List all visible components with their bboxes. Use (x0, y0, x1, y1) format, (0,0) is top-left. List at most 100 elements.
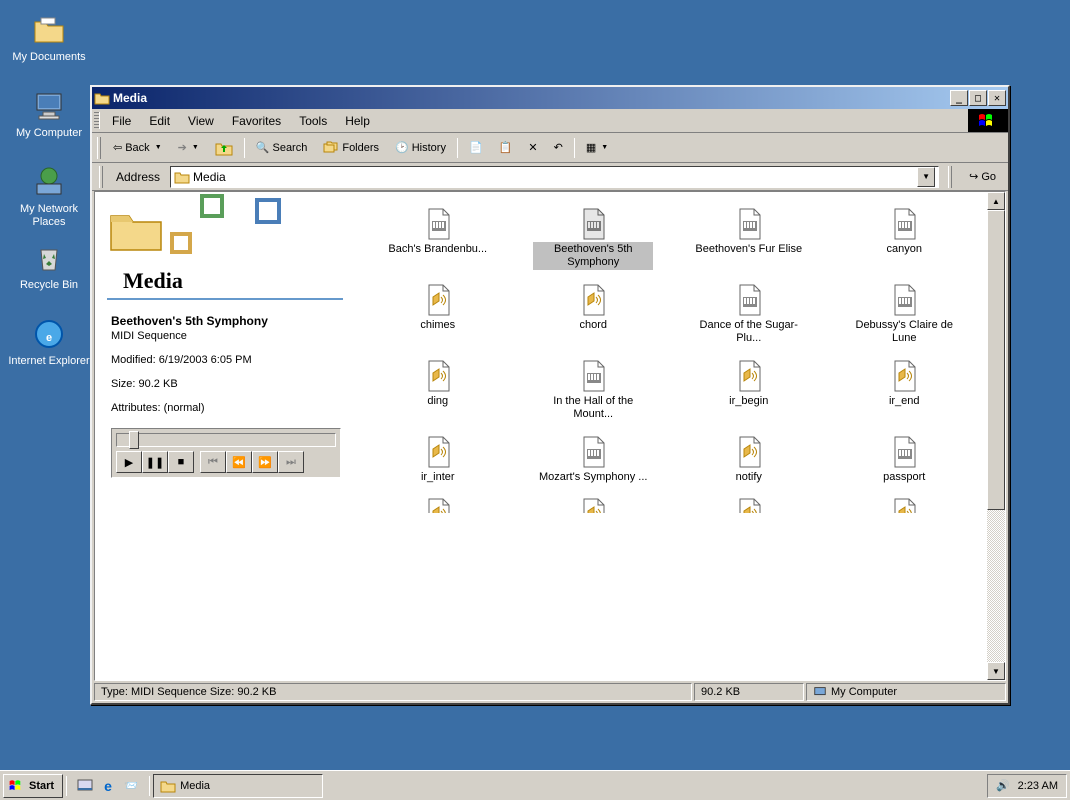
scroll-down-button[interactable]: ▼ (987, 662, 1005, 680)
scroll-track[interactable] (987, 210, 1005, 662)
desktop-icon-my-documents[interactable]: My Documents (4, 8, 94, 68)
file-item[interactable]: ir_inter (373, 430, 503, 489)
file-view[interactable]: Bach's Brandenbu... Beethoven's 5th Symph… (355, 192, 987, 680)
file-item[interactable]: Dance of the Sugar-Plu... (684, 278, 814, 350)
selected-file-name: Beethoven's 5th Symphony (111, 314, 339, 328)
windows-flag-icon (8, 778, 26, 794)
copy-to-button[interactable]: 📋 (492, 136, 520, 160)
file-item[interactable]: passport (839, 430, 969, 489)
grip-handle[interactable] (94, 112, 100, 129)
file-item[interactable]: chord (528, 278, 658, 350)
rewind-button[interactable]: ⏪ (226, 451, 252, 473)
file-item[interactable]: canyon (839, 202, 969, 274)
file-item[interactable]: Bach's Brandenbu... (373, 202, 503, 274)
explorer-window: Media _ □ ✕ FileEditViewFavoritesToolsHe… (90, 85, 1010, 705)
file-item[interactable]: notify (684, 430, 814, 489)
folder-up-icon (215, 139, 233, 157)
ie-icon: e (31, 316, 67, 352)
grip-handle[interactable] (97, 137, 101, 159)
audio-file-icon (731, 497, 767, 513)
fast-forward-button[interactable]: ⏩ (252, 451, 278, 473)
menu-tools[interactable]: Tools (290, 109, 336, 132)
file-label: Dance of the Sugar-Plu... (689, 318, 809, 346)
menu-view[interactable]: View (179, 109, 223, 132)
skip-back-button[interactable]: ⏮ (200, 451, 226, 473)
search-icon: 🔍 (256, 141, 270, 154)
grip-handle[interactable] (99, 166, 103, 188)
ie-button[interactable]: e (97, 775, 119, 797)
address-input[interactable]: Media ▼ (170, 166, 939, 188)
recycle-icon (31, 240, 67, 276)
go-button[interactable]: ↪ Go (961, 166, 1004, 188)
file-item[interactable] (528, 493, 658, 513)
scroll-thumb[interactable] (987, 210, 1005, 510)
file-label: Beethoven's 5th Symphony (533, 242, 653, 270)
start-label: Start (29, 780, 54, 792)
menu-file[interactable]: File (103, 109, 140, 132)
file-item[interactable]: In the Hall of the Mount... (528, 354, 658, 426)
minimize-button[interactable]: _ (950, 90, 968, 106)
undo-button[interactable]: ↶ (547, 136, 570, 160)
volume-icon[interactable]: 🔊 (996, 779, 1010, 792)
midi-file-icon (886, 206, 922, 242)
outlook-icon: 📨 (124, 779, 138, 792)
file-item[interactable]: Beethoven's Fur Elise (684, 202, 814, 274)
chevron-down-icon: ▼ (155, 144, 162, 151)
desktop-icon-my-network-places[interactable]: My Network Places (4, 160, 94, 233)
views-icon: ▦ (586, 141, 596, 154)
file-item[interactable]: Beethoven's 5th Symphony (528, 202, 658, 274)
folder-icon (94, 90, 110, 106)
desktop-icon-internet-explorer[interactable]: eInternet Explorer (4, 312, 94, 372)
file-item[interactable] (839, 493, 969, 513)
address-dropdown-button[interactable]: ▼ (917, 167, 935, 187)
start-button[interactable]: Start (3, 774, 63, 798)
close-button[interactable]: ✕ (988, 90, 1006, 106)
vertical-scrollbar[interactable]: ▲ ▼ (987, 192, 1005, 680)
file-item[interactable]: Mozart's Symphony ... (528, 430, 658, 489)
titlebar[interactable]: Media _ □ ✕ (92, 87, 1008, 109)
folder-large-icon (107, 206, 165, 254)
skip-forward-button[interactable]: ⏭ (278, 451, 304, 473)
back-button[interactable]: ⇦ Back ▼ (106, 136, 169, 160)
status-zone-label: My Computer (831, 686, 897, 698)
outlook-button[interactable]: 📨 (120, 775, 142, 797)
file-label: ir_begin (727, 394, 770, 409)
history-button[interactable]: 🕑 History (388, 136, 453, 160)
seek-thumb[interactable] (129, 431, 139, 449)
stop-button[interactable]: ■ (168, 451, 194, 473)
menu-help[interactable]: Help (336, 109, 379, 132)
maximize-button[interactable]: □ (969, 90, 987, 106)
file-item[interactable]: chimes (373, 278, 503, 350)
move-to-button[interactable]: 📄 (462, 136, 490, 160)
views-button[interactable]: ▦ ▼ (579, 136, 615, 160)
menu-edit[interactable]: Edit (140, 109, 179, 132)
task-label: Media (180, 780, 210, 792)
search-button[interactable]: 🔍 Search (249, 136, 315, 160)
file-item[interactable]: Debussy's Claire de Lune (839, 278, 969, 350)
file-item[interactable] (684, 493, 814, 513)
file-item[interactable] (373, 493, 503, 513)
play-button[interactable]: ▶ (116, 451, 142, 473)
folders-button[interactable]: Folders (316, 136, 386, 160)
file-item[interactable]: ir_end (839, 354, 969, 426)
delete-button[interactable]: ✕ (521, 136, 544, 160)
file-label: ir_end (887, 394, 922, 409)
forward-button[interactable]: ➔ ▼ (171, 136, 206, 160)
show-desktop-button[interactable] (74, 775, 96, 797)
desktop-icon-my-computer[interactable]: My Computer (4, 84, 94, 144)
taskbar-task-media[interactable]: Media (153, 774, 323, 798)
desktop-icon-recycle-bin[interactable]: Recycle Bin (4, 236, 94, 296)
menu-favorites[interactable]: Favorites (223, 109, 290, 132)
clock[interactable]: 2:23 AM (1018, 780, 1058, 792)
scroll-up-button[interactable]: ▲ (987, 192, 1005, 210)
file-item[interactable]: ding (373, 354, 503, 426)
address-value: Media (193, 170, 914, 184)
grip-handle[interactable] (948, 166, 952, 188)
midi-file-icon (420, 206, 456, 242)
side-panel-header (95, 192, 355, 262)
seek-slider[interactable] (116, 433, 336, 447)
pause-button[interactable]: ❚❚ (142, 451, 168, 473)
up-button[interactable] (208, 136, 240, 160)
file-item[interactable]: ir_begin (684, 354, 814, 426)
audio-file-icon (420, 358, 456, 394)
